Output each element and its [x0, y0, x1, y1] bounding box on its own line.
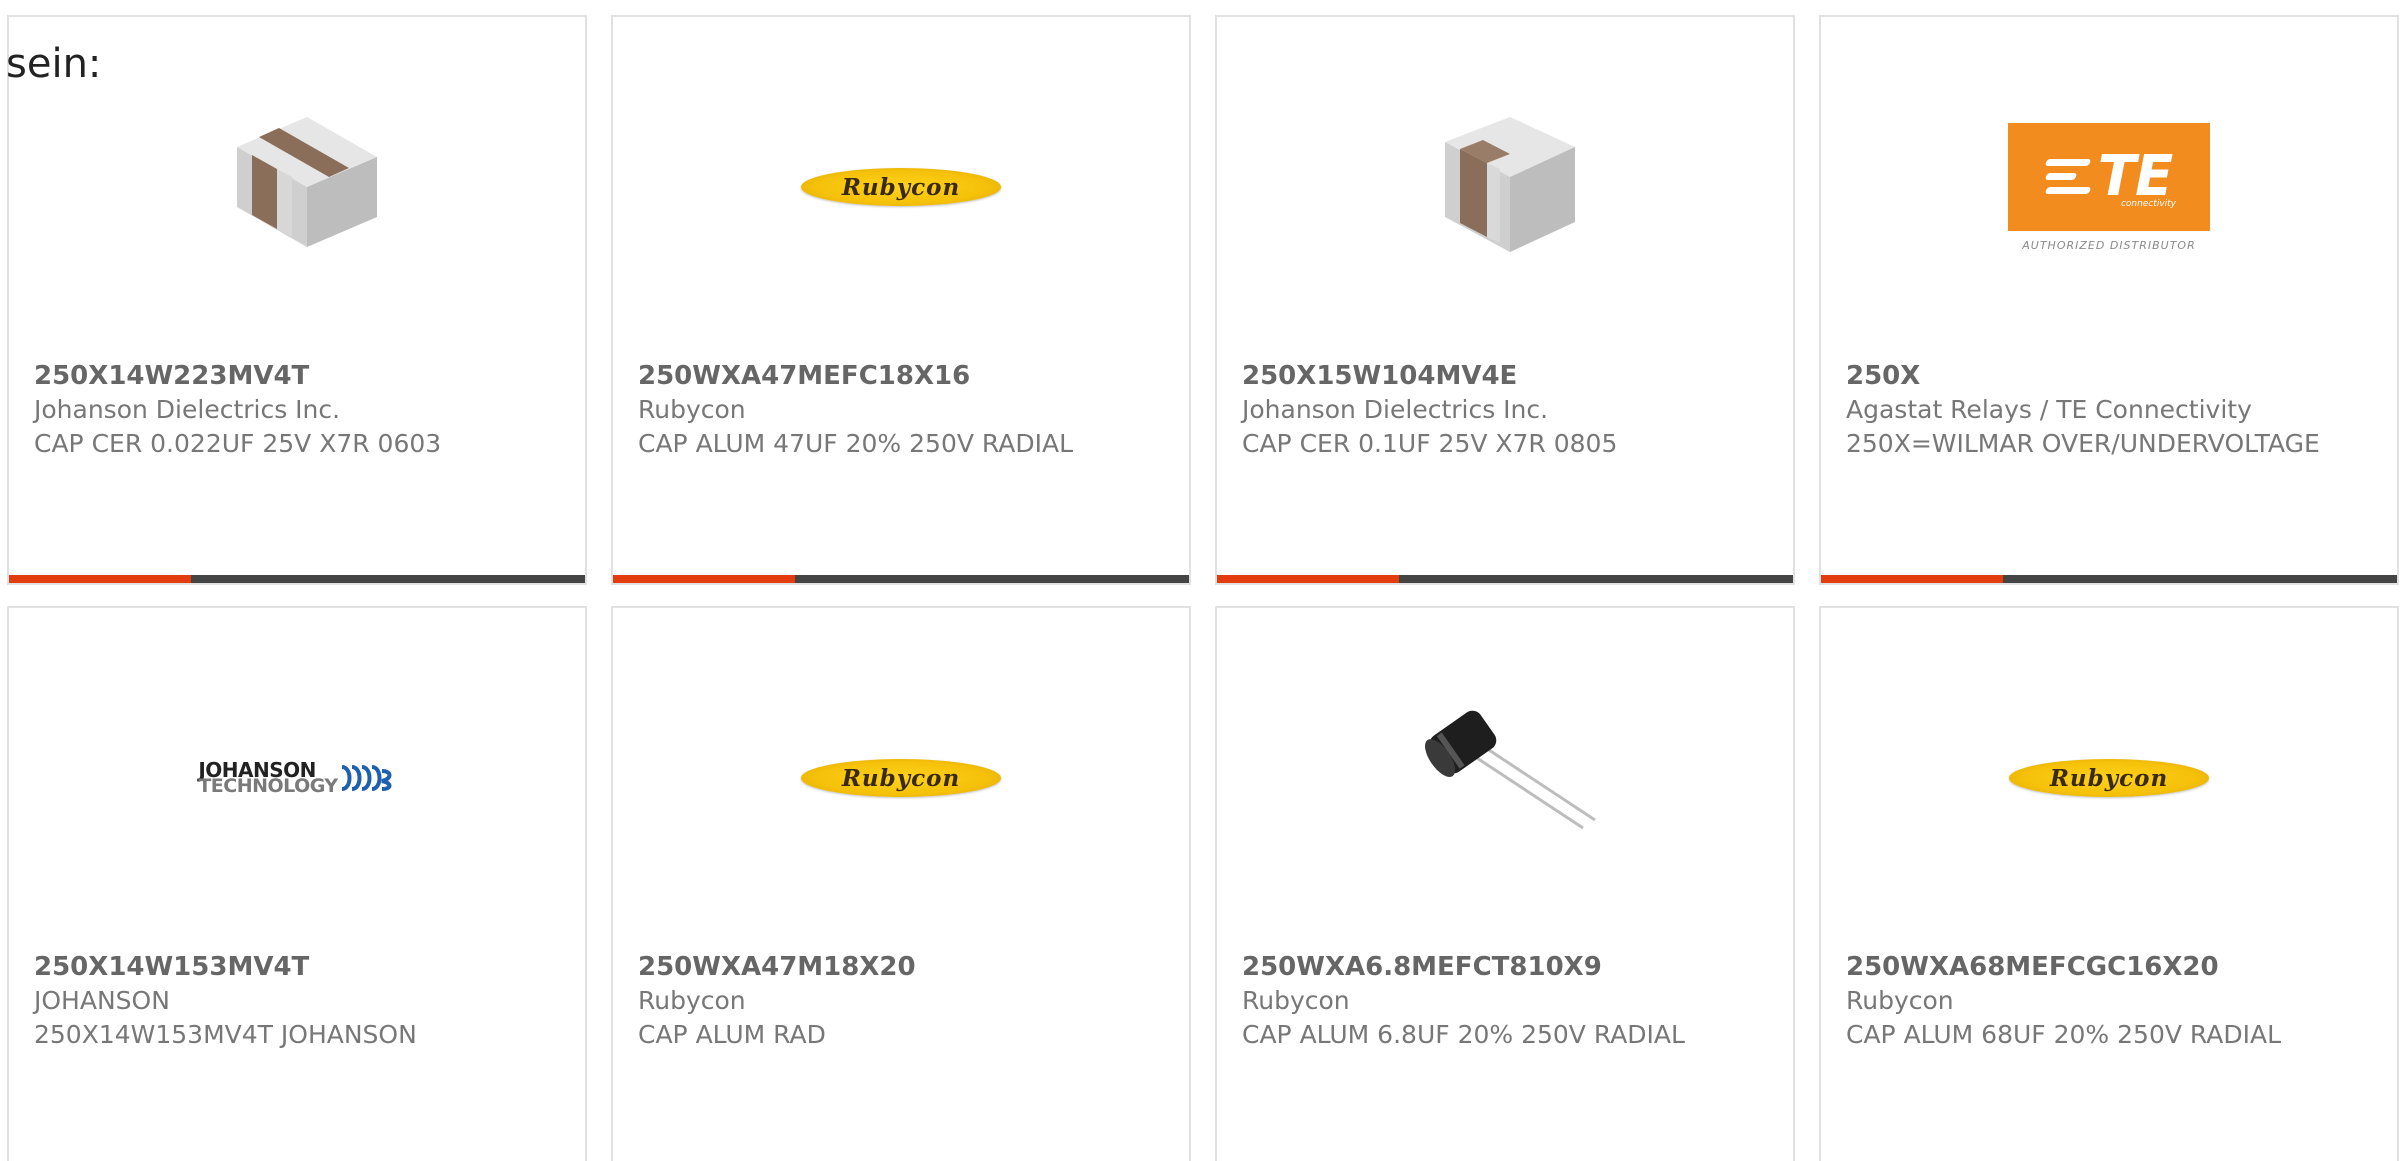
product-description: CAP ALUM 6.8UF 20% 250V RADIAL	[1242, 1020, 1685, 1049]
product-image[interactable]: JOHANSON TECHNOLOGY	[197, 678, 397, 878]
product-image[interactable]	[1405, 678, 1605, 878]
product-card[interactable]: JOHANSON TECHNOLOGY 250X14W153MV4T JOHAN…	[7, 606, 587, 1161]
product-description: CAP CER 0.1UF 25V X7R 0805	[1242, 429, 1618, 458]
product-image[interactable]: Rubycon	[2009, 678, 2209, 878]
manufacturer-name: Johanson Dielectrics Inc.	[34, 395, 341, 424]
johanson-technology-logo-icon: JOHANSON TECHNOLOGY	[198, 760, 395, 797]
manufacturer-name: Rubycon	[638, 986, 746, 1015]
product-card[interactable]: 250X15W104MV4E Johanson Dielectrics Inc.…	[1215, 15, 1795, 585]
product-image[interactable]: Rubycon	[801, 678, 1001, 878]
part-number-link[interactable]: 250WXA47MEFC18X16	[638, 359, 1169, 393]
product-image[interactable]: TE connectivity AUTHORIZED DISTRIBUTOR	[2008, 87, 2210, 287]
te-connectivity-logo-icon: TE connectivity AUTHORIZED DISTRIBUTOR	[2008, 122, 2210, 252]
product-description: CAP CER 0.022UF 25V X7R 0603	[34, 429, 442, 458]
rubycon-logo-icon: Rubycon	[2009, 759, 2209, 797]
part-number-link[interactable]: 250X15W104MV4E	[1242, 359, 1773, 393]
rubycon-logo-text: Rubycon	[2049, 764, 2169, 792]
product-description: 250X14W153MV4T JOHANSON	[34, 1020, 417, 1049]
ceramic-chip-capacitor-icon	[1445, 117, 1575, 252]
part-number-link[interactable]: 250WXA6.8MEFCT810X9	[1242, 950, 1773, 984]
rubycon-logo-icon: Rubycon	[801, 168, 1001, 206]
card-accent-bar	[613, 575, 1189, 583]
manufacturer-name: Rubycon	[1242, 986, 1350, 1015]
johanson-waves-icon	[341, 765, 392, 791]
product-card[interactable]: 250WXA6.8MEFCT810X9 Rubycon CAP ALUM 6.8…	[1215, 606, 1795, 1161]
product-description: CAP ALUM RAD	[638, 1020, 826, 1049]
te-logo-subtext: connectivity	[2120, 198, 2176, 209]
ceramic-chip-capacitor-icon	[237, 117, 377, 247]
card-accent-bar	[9, 575, 585, 583]
part-number-link[interactable]: 250X14W223MV4T	[34, 359, 565, 393]
product-image[interactable]: Rubycon	[801, 87, 1001, 287]
product-grid: 250X14W223MV4T Johanson Dielectrics Inc.…	[0, 0, 2400, 1161]
product-description: 250X=WILMAR OVER/UNDERVOLTAGE	[1846, 429, 2320, 458]
part-number-link[interactable]: 250WXA68MEFCGC16X20	[1846, 950, 2377, 984]
intro-text: sein:	[6, 41, 102, 87]
product-card[interactable]: Rubycon 250WXA68MEFCGC16X20 Rubycon CAP …	[1819, 606, 2399, 1161]
johanson-logo-line2: TECHNOLOGY	[198, 775, 338, 797]
manufacturer-name: JOHANSON	[34, 986, 170, 1015]
manufacturer-name: Agastat Relays / TE Connectivity	[1846, 395, 2252, 424]
card-accent-fill	[1217, 575, 1399, 583]
product-image[interactable]	[197, 87, 397, 287]
card-accent-fill	[613, 575, 795, 583]
card-accent-fill	[1821, 575, 2003, 583]
manufacturer-name: Johanson Dielectrics Inc.	[1242, 395, 1549, 424]
part-number-link[interactable]: 250WXA47M18X20	[638, 950, 1169, 984]
rubycon-logo-text: Rubycon	[841, 173, 961, 201]
manufacturer-name: Rubycon	[1846, 986, 1954, 1015]
card-accent-bar	[1821, 575, 2397, 583]
part-number-link[interactable]: 250X	[1846, 359, 2377, 393]
card-accent-fill	[9, 575, 191, 583]
product-card[interactable]: TE connectivity AUTHORIZED DISTRIBUTOR 2…	[1819, 15, 2399, 585]
part-number-link[interactable]: 250X14W153MV4T	[34, 950, 565, 984]
product-card[interactable]: Rubycon 250WXA47M18X20 Rubycon CAP ALUM …	[611, 606, 1191, 1161]
authorized-distributor-label: AUTHORIZED DISTRIBUTOR	[2022, 238, 2196, 252]
product-description: CAP ALUM 68UF 20% 250V RADIAL	[1846, 1020, 2282, 1049]
rubycon-logo-icon: Rubycon	[801, 759, 1001, 797]
product-card[interactable]: Rubycon 250WXA47MEFC18X16 Rubycon CAP AL…	[611, 15, 1191, 585]
manufacturer-name: Rubycon	[638, 395, 746, 424]
product-card[interactable]: 250X14W223MV4T Johanson Dielectrics Inc.…	[7, 15, 587, 585]
rubycon-logo-text: Rubycon	[841, 764, 961, 792]
electrolytic-capacitor-icon	[1425, 710, 1596, 830]
product-description: CAP ALUM 47UF 20% 250V RADIAL	[638, 429, 1074, 458]
product-image[interactable]	[1405, 87, 1605, 287]
card-accent-bar	[1217, 575, 1793, 583]
